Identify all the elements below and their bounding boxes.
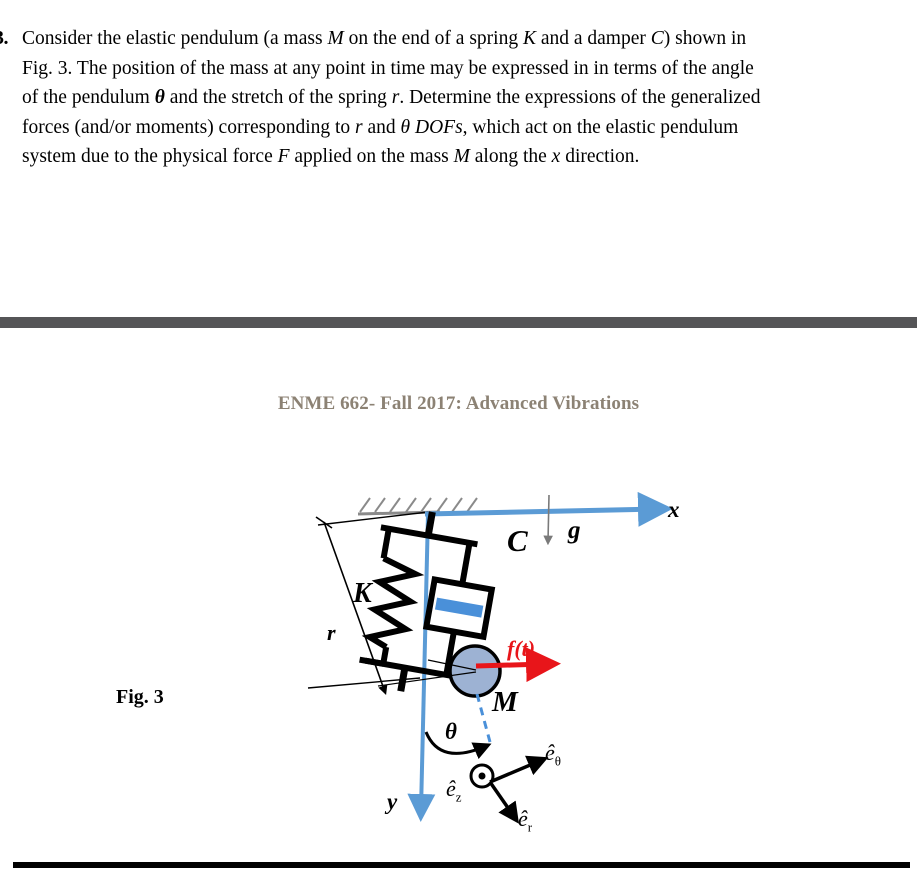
spring-icon — [361, 528, 425, 667]
symbol-mass-2: M — [453, 146, 470, 167]
gravity-arrow-icon — [543, 494, 553, 546]
label-spring: K — [353, 578, 372, 609]
label-unit-vector-theta: êθ — [545, 740, 561, 769]
label-angle-theta: θ — [445, 719, 457, 744]
symbol-force: F — [277, 146, 290, 167]
axis-x — [424, 491, 673, 527]
figure-caption: Fig. 3 — [116, 686, 164, 708]
label-unit-vector-z: êz — [446, 776, 462, 805]
symbol-theta-2: θ DOFs — [400, 116, 463, 138]
problem-line-5: system due to the physical force F appli… — [22, 146, 640, 167]
axis-y — [407, 513, 436, 822]
label-x-axis: x — [668, 497, 680, 522]
symbol-mass: M — [327, 28, 344, 49]
problem-line-2: Fig. 3. The position of the mass at any … — [22, 57, 754, 79]
symbol-theta: θ — [154, 87, 165, 108]
unit-vector-theta-arrow — [489, 755, 549, 784]
problem-line-4: forces (and/or moments) corresponding to… — [22, 116, 739, 138]
symbol-spring: K — [522, 28, 536, 49]
problem-text: Consider the elastic pendulum (a mass M … — [22, 24, 884, 172]
applied-force-arrow — [475, 647, 561, 683]
problem-row: 3. Consider the elastic pendulum (a mass… — [0, 24, 917, 172]
unit-vector-r-arrow — [488, 781, 519, 824]
label-unit-vector-r: êr — [518, 806, 533, 835]
label-gravity: g — [568, 517, 581, 544]
label-damper: C — [507, 523, 528, 558]
elastic-pendulum-figure: x y g K C M r θ f(t) êθ êr êz — [280, 470, 710, 855]
figure-svg — [307, 491, 673, 824]
symbol-damper: C — [650, 28, 664, 49]
label-mass: M — [492, 686, 518, 718]
symbol-r: r — [391, 87, 400, 108]
divider-top — [0, 317, 917, 328]
problem-line-1: Consider the elastic pendulum (a mass M … — [22, 28, 747, 49]
symbol-r-2: r — [355, 116, 363, 138]
symbol-x: x — [551, 146, 561, 167]
label-y-axis: y — [387, 789, 398, 814]
pendulum-dashed-line — [475, 693, 492, 743]
divider-bottom — [13, 862, 910, 868]
problem-line-3: of the pendulum θ and the stretch of the… — [22, 87, 761, 108]
problem-statement: 3. Consider the elastic pendulum (a mass… — [0, 24, 917, 172]
course-header: ENME 662- Fall 2017: Advanced Vibrations — [277, 393, 640, 414]
label-radius: r — [327, 620, 336, 645]
label-applied-force: f(t) — [507, 636, 536, 661]
problem-number: 3. — [0, 27, 9, 49]
